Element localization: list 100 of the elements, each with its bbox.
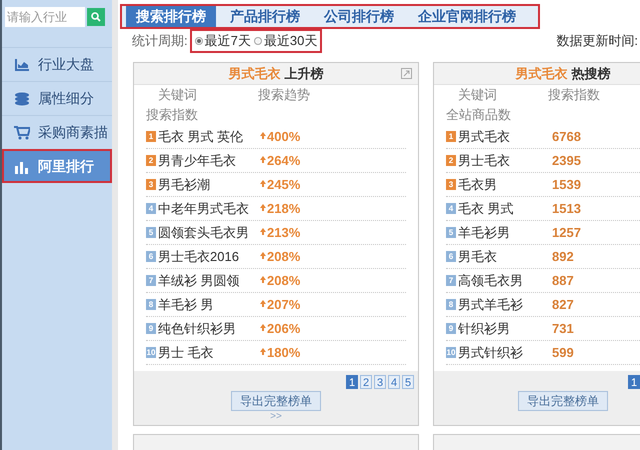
rank-badge: 4	[146, 203, 156, 214]
count-cell-text: 1257	[551, 224, 581, 242]
trend-cell-text: 213%	[267, 224, 300, 242]
keyword-cell[interactable]: 男毛衣	[458, 246, 548, 266]
rank-badge: 7	[446, 275, 456, 286]
count-cell-text: 731	[551, 320, 574, 338]
trend-cell-text: 208%	[267, 272, 300, 290]
rank-badge: 3	[146, 179, 156, 190]
trend-cell-text: 264%	[267, 152, 300, 170]
keyword-cell[interactable]: 羊绒衫 男圆领	[158, 270, 260, 290]
keyword-cell[interactable]: 男士毛衣	[458, 150, 548, 170]
period-label: 统计周期:	[132, 32, 188, 50]
up-arrow-icon	[260, 204, 266, 211]
panel-title: 男式毛衣 上升榜	[228, 64, 324, 83]
trend-cell-text: 208%	[267, 248, 300, 266]
tab[interactable]: 搜索排行榜	[126, 6, 216, 27]
count-cell-text: 6768	[551, 128, 581, 146]
rank-badge: 8	[446, 299, 456, 310]
keyword-cell[interactable]: 男毛衫潮	[158, 174, 260, 194]
keyword-cell[interactable]: 毛衣 男式 英伦	[158, 126, 260, 146]
trend-cell-text: 245%	[267, 176, 300, 194]
keyword-cell[interactable]: 男青少年毛衣	[158, 150, 260, 170]
rank-badge: 6	[146, 251, 156, 262]
panel-title: 男式毛衣 热搜榜	[516, 64, 610, 83]
rank-badge: 1	[446, 131, 456, 142]
rank-badge: 3	[446, 179, 456, 190]
trend-cell-text: 180%	[267, 344, 300, 362]
keyword-cell[interactable]: 纯色针织衫男	[158, 318, 260, 338]
rank-badge: 10	[446, 347, 456, 358]
rank-badge: 6	[446, 251, 456, 262]
rank-badge: 4	[446, 203, 456, 214]
bar-chart-icon	[14, 160, 30, 174]
column-header: 搜索指数	[548, 86, 600, 104]
up-arrow-icon	[260, 300, 266, 307]
trend-cell-text: 207%	[267, 296, 300, 314]
area-chart-icon	[14, 58, 30, 72]
keyword-cell[interactable]: 男式羊毛衫	[458, 294, 548, 314]
tab[interactable]: 产品排行榜	[220, 6, 310, 27]
page-link[interactable]: 3	[374, 375, 386, 389]
rank-badge: 5	[446, 227, 456, 238]
up-arrow-icon	[260, 156, 266, 163]
column-header: 全站商品数	[446, 106, 511, 124]
column-header: 搜索趋势	[258, 86, 310, 104]
up-arrow-icon	[260, 132, 266, 139]
rank-badge: 1	[146, 131, 156, 142]
up-arrow-icon	[260, 348, 266, 355]
rank-badge: 7	[146, 275, 156, 286]
count-cell-text: 2395	[551, 152, 581, 170]
layers-icon	[14, 92, 30, 106]
rank-badge: 5	[146, 227, 156, 238]
keyword-cell[interactable]: 羊毛衫 男	[158, 294, 260, 314]
keyword-cell[interactable]: 男式针织衫	[458, 342, 548, 362]
update-time-label: 数据更新时间:	[556, 32, 639, 50]
count-cell-text: 887	[551, 272, 574, 290]
up-arrow-icon	[260, 180, 266, 187]
page-link[interactable]: 4	[388, 375, 400, 389]
trend-cell-text: 400%	[267, 128, 300, 146]
search-button[interactable]	[87, 8, 105, 26]
keyword-cell[interactable]: 男式毛衣	[458, 126, 548, 146]
count-cell-text: 827	[551, 296, 574, 314]
rank-badge: 9	[146, 323, 156, 334]
search-icon	[91, 12, 101, 22]
keyword-cell[interactable]: 高领毛衣男	[458, 270, 548, 290]
count-cell-text: 599	[551, 344, 574, 362]
count-cell-text: 1539	[551, 176, 581, 194]
count-cell-text: 892	[551, 248, 574, 266]
column-header: 搜索指数	[146, 106, 198, 124]
rank-badge: 2	[446, 155, 456, 166]
up-arrow-icon	[260, 324, 266, 331]
up-arrow-icon	[260, 276, 266, 283]
page-link[interactable]: 5	[402, 375, 414, 389]
cart-icon	[14, 126, 30, 140]
keyword-cell[interactable]: 男士 毛衣	[158, 342, 260, 362]
trend-cell-text: 206%	[267, 320, 300, 338]
page-link[interactable]: 1	[628, 375, 640, 389]
tab[interactable]: 公司排行榜	[314, 6, 404, 27]
popout-icon[interactable]	[401, 68, 412, 79]
column-header: 关键词	[157, 86, 198, 104]
count-cell-text: 1513	[551, 200, 581, 218]
keyword-cell[interactable]: 羊毛衫男	[458, 222, 548, 242]
page-link[interactable]: 1	[346, 375, 358, 389]
keyword-cell[interactable]: 毛衣男	[458, 174, 548, 194]
column-header: 关键词	[457, 86, 498, 104]
rank-badge: 10	[146, 347, 156, 358]
search-field[interactable]: 请输入行业	[5, 7, 85, 27]
keyword-cell[interactable]: 毛衣 男式	[458, 198, 548, 218]
up-arrow-icon	[260, 228, 266, 235]
trend-cell-text: 218%	[267, 200, 300, 218]
keyword-cell[interactable]: 圆领套头毛衣男	[158, 222, 260, 242]
keyword-cell[interactable]: 男士毛衣2016	[158, 246, 260, 266]
keyword-cell[interactable]: 中老年男式毛衣	[158, 198, 260, 218]
radio-option[interactable]: 最近30天	[254, 31, 318, 51]
up-arrow-icon	[260, 252, 266, 259]
tab[interactable]: 企业官网排行榜	[408, 6, 526, 27]
export-button[interactable]: 导出完整榜单	[518, 391, 608, 411]
rank-badge: 9	[446, 323, 456, 334]
radio-option[interactable]: 最近7天	[194, 31, 251, 51]
keyword-cell[interactable]: 针织衫男	[458, 318, 548, 338]
page-link[interactable]: 2	[360, 375, 372, 389]
export-button[interactable]: 导出完整榜单	[231, 391, 321, 411]
